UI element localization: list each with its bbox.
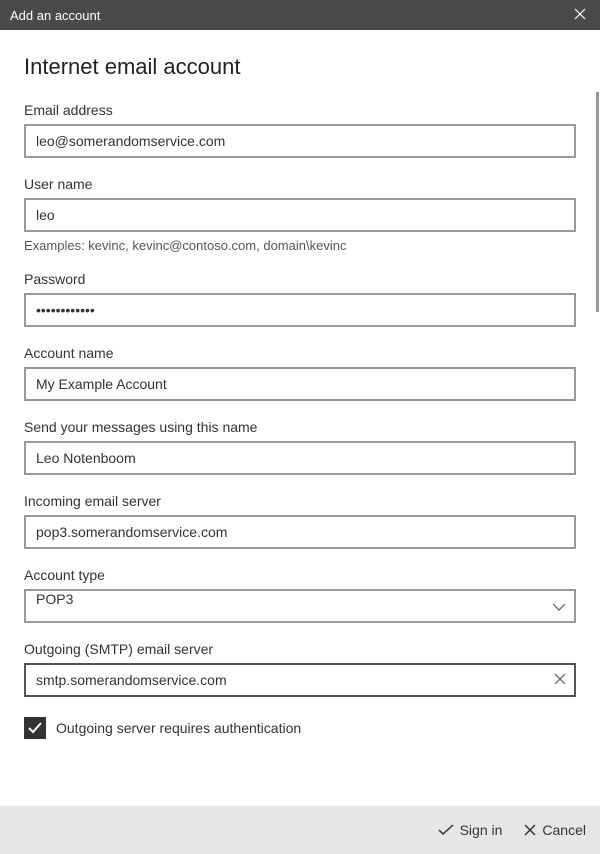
incoming-server-input[interactable] bbox=[24, 515, 576, 549]
outgoing-label: Outgoing (SMTP) email server bbox=[24, 641, 576, 657]
incoming-server-field-group: Incoming email server bbox=[24, 493, 576, 549]
clear-icon[interactable] bbox=[554, 672, 566, 688]
sign-in-label: Sign in bbox=[460, 822, 503, 838]
page-title: Internet email account bbox=[24, 54, 576, 80]
cancel-button[interactable]: Cancel bbox=[524, 822, 586, 838]
email-label: Email address bbox=[24, 102, 576, 118]
password-input[interactable] bbox=[24, 293, 576, 327]
outgoing-auth-checkbox[interactable] bbox=[24, 717, 46, 739]
email-input[interactable] bbox=[24, 124, 576, 158]
outgoing-auth-row: Outgoing server requires authentication bbox=[24, 717, 576, 739]
dialog-content: Internet email account Email address Use… bbox=[0, 30, 600, 806]
dialog-footer: Sign in Cancel bbox=[0, 806, 600, 854]
send-name-field-group: Send your messages using this name bbox=[24, 419, 576, 475]
account-type-label: Account type bbox=[24, 567, 576, 583]
close-icon[interactable] bbox=[570, 7, 590, 23]
sign-in-button[interactable]: Sign in bbox=[438, 822, 503, 838]
account-type-select[interactable]: POP3 bbox=[24, 589, 576, 623]
close-icon bbox=[524, 824, 536, 836]
account-type-field-group: Account type POP3 bbox=[24, 567, 576, 623]
scrollbar[interactable] bbox=[596, 92, 599, 312]
account-name-field-group: Account name bbox=[24, 345, 576, 401]
checkmark-icon bbox=[28, 722, 42, 734]
titlebar: Add an account bbox=[0, 0, 600, 30]
checkmark-icon bbox=[438, 824, 454, 836]
outgoing-server-field-group: Outgoing (SMTP) email server bbox=[24, 641, 576, 697]
password-field-group: Password bbox=[24, 271, 576, 327]
send-name-input[interactable] bbox=[24, 441, 576, 475]
cancel-label: Cancel bbox=[542, 822, 586, 838]
incoming-label: Incoming email server bbox=[24, 493, 576, 509]
password-label: Password bbox=[24, 271, 576, 287]
username-input[interactable] bbox=[24, 198, 576, 232]
email-field-group: Email address bbox=[24, 102, 576, 158]
account-name-input[interactable] bbox=[24, 367, 576, 401]
account-name-label: Account name bbox=[24, 345, 576, 361]
send-name-label: Send your messages using this name bbox=[24, 419, 576, 435]
outgoing-auth-label: Outgoing server requires authentication bbox=[56, 720, 301, 736]
outgoing-server-input[interactable] bbox=[24, 663, 576, 697]
username-helper: Examples: kevinc, kevinc@contoso.com, do… bbox=[24, 238, 576, 253]
username-field-group: User name Examples: kevinc, kevinc@conto… bbox=[24, 176, 576, 253]
window-title: Add an account bbox=[10, 8, 100, 23]
username-label: User name bbox=[24, 176, 576, 192]
